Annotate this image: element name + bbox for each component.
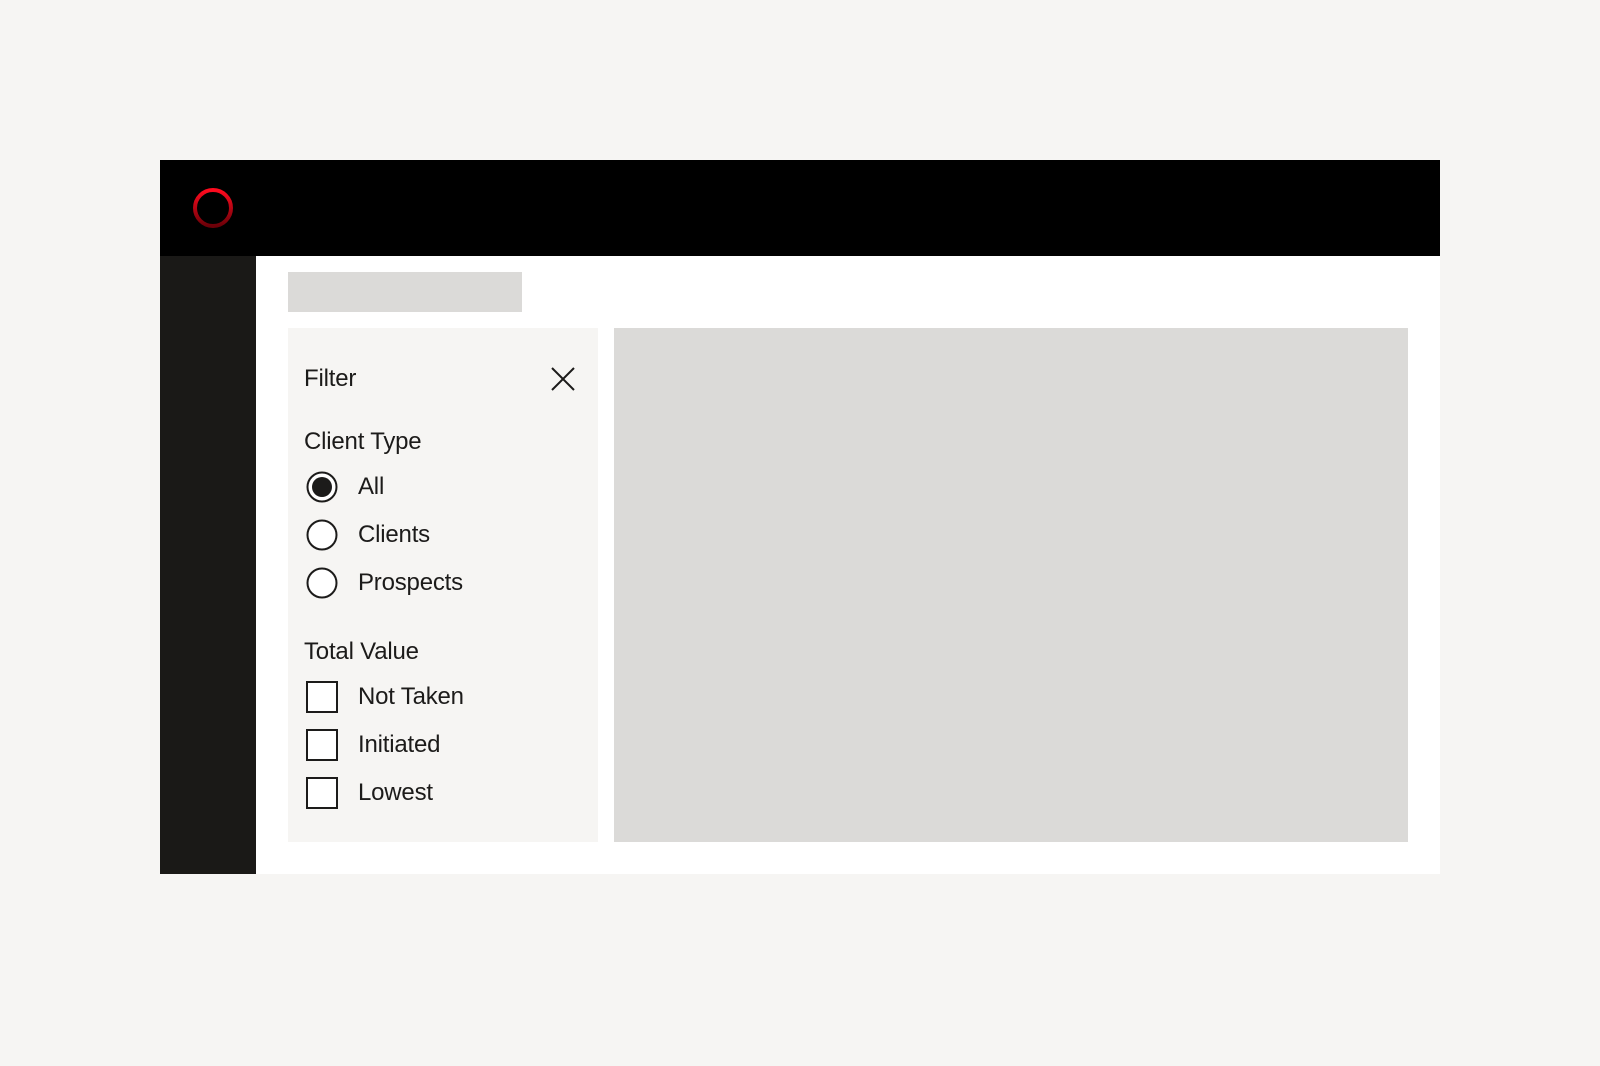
sidebar <box>160 256 256 874</box>
top-bar <box>160 160 1440 256</box>
radio-option-prospects[interactable]: Prospects <box>306 566 576 600</box>
checkbox-label: Initiated <box>358 731 441 758</box>
checkbox-unchecked-icon[interactable] <box>306 681 338 713</box>
filter-panel: Filter Client Type All Clients Prospects <box>288 328 598 842</box>
checkbox-option-initiated[interactable]: Initiated <box>306 728 576 762</box>
page-title-placeholder <box>288 272 522 312</box>
checkbox-label: Not Taken <box>358 683 464 710</box>
radio-label: All <box>358 473 385 500</box>
client-type-label: Client Type <box>304 428 422 455</box>
content-placeholder <box>614 328 1408 842</box>
checkbox-label: Lowest <box>358 779 433 806</box>
checkbox-option-not-taken[interactable]: Not Taken <box>306 680 576 714</box>
filter-title: Filter <box>304 365 357 392</box>
ring-logo-icon[interactable] <box>192 187 234 229</box>
checkbox-option-lowest[interactable]: Lowest <box>306 776 576 810</box>
app-window: Filter Client Type All Clients Prospects <box>160 160 1440 874</box>
radio-option-clients[interactable]: Clients <box>306 518 576 552</box>
radio-label: Clients <box>358 521 430 548</box>
checkbox-unchecked-icon[interactable] <box>306 777 338 809</box>
radio-option-all[interactable]: All <box>306 470 576 504</box>
radio-checked-icon[interactable] <box>306 471 338 503</box>
checkbox-unchecked-icon[interactable] <box>306 729 338 761</box>
total-value-label: Total Value <box>304 638 419 665</box>
radio-unchecked-icon[interactable] <box>306 519 338 551</box>
radio-label: Prospects <box>358 569 463 596</box>
radio-unchecked-icon[interactable] <box>306 567 338 599</box>
close-icon[interactable] <box>548 364 578 394</box>
